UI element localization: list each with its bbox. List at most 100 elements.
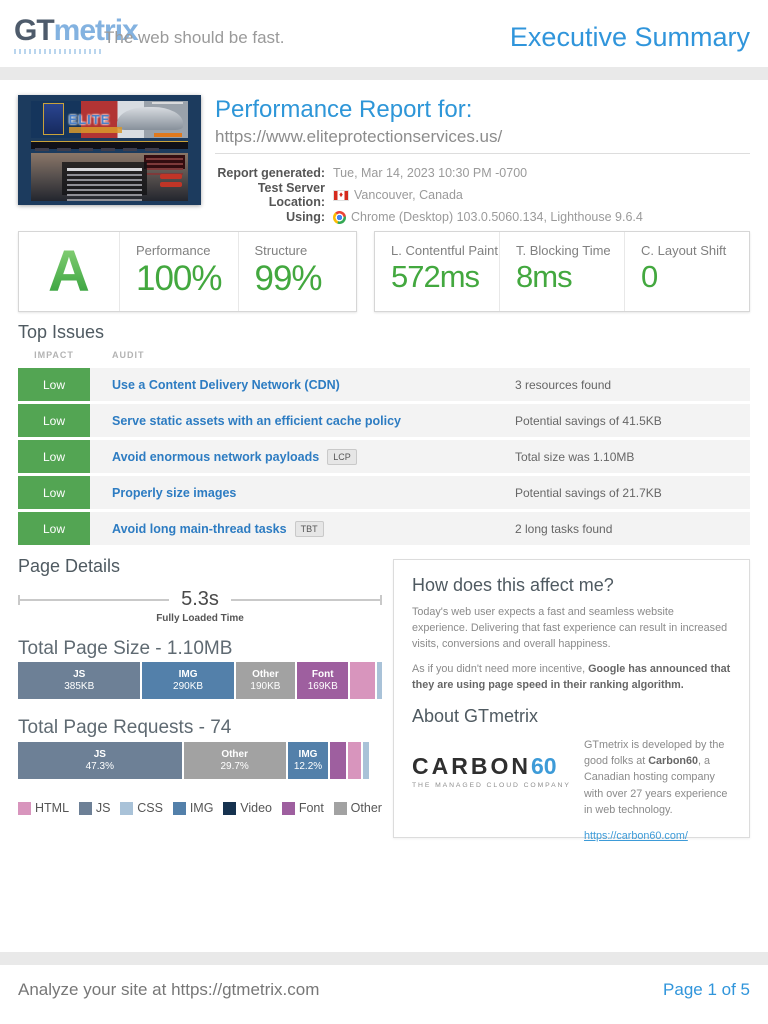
thumb-cta-button [159, 181, 182, 187]
lcp-label: L. Contentful Paint [391, 243, 498, 258]
site-screenshot-thumbnail: ELITE [18, 95, 201, 205]
top-issues-title: Top Issues [18, 322, 105, 342]
thumb-hero-photo [30, 153, 189, 201]
logo-ruler-strip [14, 49, 102, 54]
about-gtmetrix-title: About GTmetrix [412, 705, 539, 726]
bar-segment-font [330, 742, 348, 779]
bar-segment-css [376, 662, 382, 699]
audit-link[interactable]: Avoid long main-thread tasks [112, 522, 287, 536]
logo-gt-text: GT [14, 14, 55, 47]
thumb-badge-logo [43, 103, 64, 135]
carbon60-link[interactable]: https://carbon60.com/ [584, 828, 688, 844]
report-meta: Report generated: Tue, Mar 14, 2023 10:3… [215, 162, 750, 228]
bar-segment-html [347, 742, 364, 779]
fully-loaded-time-meter: 5.3s [18, 588, 382, 611]
logo-tagline: The web should be fast. [104, 28, 285, 47]
header-divider-band [0, 67, 768, 80]
table-row: Low Serve static assets with an efficien… [18, 404, 750, 437]
affect-me-paragraph-2: As if you didn't need more incentive, Go… [412, 662, 731, 691]
tbt-value: 8ms [516, 259, 573, 294]
thumb-text-overlay [62, 161, 148, 201]
legend-item-font: Font [281, 801, 324, 815]
lcp-tag-badge: LCP [327, 448, 357, 465]
bar-segment-other: Other 190KB [235, 662, 298, 699]
cls-value: 0 [641, 259, 658, 294]
audit-link[interactable]: Serve static assets with an efficient ca… [112, 414, 401, 428]
generated-label: Report generated: [217, 166, 325, 180]
page-title: Executive Summary [509, 22, 750, 52]
legend-swatch-other [333, 801, 347, 815]
impact-badge: Low [18, 476, 90, 509]
footer-page-number: Page 1 of 5 [663, 980, 750, 999]
legend-item-video: Video [223, 801, 272, 815]
impact-badge: Low [18, 404, 90, 437]
legend-swatch-font [281, 801, 295, 815]
thumb-cta-button [159, 174, 182, 180]
fully-loaded-time-value: 5.3s [181, 588, 219, 610]
footer-divider-band [0, 952, 768, 965]
server-location-value: Vancouver, Canada [354, 188, 463, 202]
legend-swatch-js [78, 801, 92, 815]
issue-detail: Potential savings of 21.7KB [515, 485, 662, 500]
page-details-title: Page Details [18, 556, 121, 576]
table-row: Low Properly size images Potential savin… [18, 476, 750, 509]
report-for-title: Performance Report for: [215, 96, 473, 123]
tbt-tag-badge: TBT [294, 520, 324, 537]
issue-detail: 3 resources found [515, 377, 612, 392]
bar-segment-css [363, 742, 370, 779]
fully-loaded-time-label: Fully Loaded Time [156, 613, 244, 624]
structure-value: 99% [254, 259, 323, 298]
thumb-subtitle-strip [68, 127, 123, 133]
legend-item-img: IMG [172, 801, 213, 815]
canada-flag-icon [333, 189, 349, 201]
top-issues-column-headers: IMPACT AUDIT [18, 350, 750, 360]
legend-swatch-css [120, 801, 134, 815]
carbon60-logo: CARBON60 THE MANAGED CLOUD COMPANY [412, 737, 574, 844]
issue-detail: Potential savings of 41.5KB [515, 413, 662, 428]
impact-column-header: IMPACT [34, 350, 74, 360]
thumb-news-panel [144, 155, 186, 176]
bar-segment-img: IMG 290KB [142, 662, 236, 699]
table-row: Low Avoid long main-thread tasks TBT 2 l… [18, 512, 750, 545]
page-size-bar: JS 385KB IMG 290KB Other 190KB Font 169KB [18, 662, 382, 699]
using-value: Chrome (Desktop) 103.0.5060.134, Lightho… [351, 210, 643, 224]
server-location-label: Test Server Location: [257, 181, 325, 209]
affect-me-paragraph-1: Today's web user expects a fast and seam… [412, 606, 728, 651]
issue-detail: Total size was 1.10MB [515, 449, 635, 464]
chrome-icon [333, 210, 346, 224]
thumb-truck-image [117, 107, 184, 131]
bar-segment-img: IMG 12.2% [287, 742, 331, 779]
audit-link[interactable]: Avoid enormous network payloads [112, 450, 319, 464]
performance-value: 100% [136, 259, 223, 298]
structure-label: Structure [254, 243, 308, 258]
legend-item-html: HTML [18, 801, 69, 815]
bar-segment-js: JS 47.3% [18, 742, 184, 779]
total-page-size-title: Total Page Size - 1.10MB [18, 638, 233, 659]
table-row: Low Use a Content Delivery Network (CDN)… [18, 368, 750, 401]
issue-detail: 2 long tasks found [515, 521, 613, 536]
impact-badge: Low [18, 440, 90, 473]
thumb-slogan-strip [151, 101, 184, 105]
impact-badge: Low [18, 512, 90, 545]
thumb-banner: ELITE [30, 100, 189, 138]
table-row: Low Avoid enormous network payloads LCP … [18, 440, 750, 473]
web-vitals-card: L. Contentful Paint 572ms T. Blocking Ti… [374, 231, 750, 312]
legend-swatch-video [223, 801, 237, 815]
audit-link[interactable]: Use a Content Delivery Network (CDN) [112, 378, 340, 392]
report-url: https://www.eliteprotectionservices.us/ [215, 127, 503, 146]
legend-item-js: JS [78, 801, 110, 815]
carbon60-tagline: THE MANAGED CLOUD COMPANY [412, 781, 571, 789]
tbt-label: T. Blocking Time [516, 243, 611, 258]
affect-me-title: How does this affect me? [412, 575, 614, 595]
resource-legend: HTML JS CSS IMG Video Font Other [18, 801, 382, 815]
affect-me-card: How does this affect me? Today's web use… [393, 559, 750, 842]
legend-item-other: Other [333, 801, 382, 815]
footer-analyze-text: Analyze your site at https://gtmetrix.co… [18, 980, 320, 999]
legend-swatch-img [172, 801, 186, 815]
page-requests-bar: JS 47.3% Other 29.7% IMG 12.2% [18, 742, 382, 779]
audit-link[interactable]: Properly size images [112, 486, 236, 500]
generated-value: Tue, Mar 14, 2023 10:30 PM -0700 [333, 166, 528, 180]
cls-label: C. Layout Shift [641, 243, 727, 258]
impact-badge: Low [18, 368, 90, 401]
performance-label: Performance [136, 243, 211, 258]
